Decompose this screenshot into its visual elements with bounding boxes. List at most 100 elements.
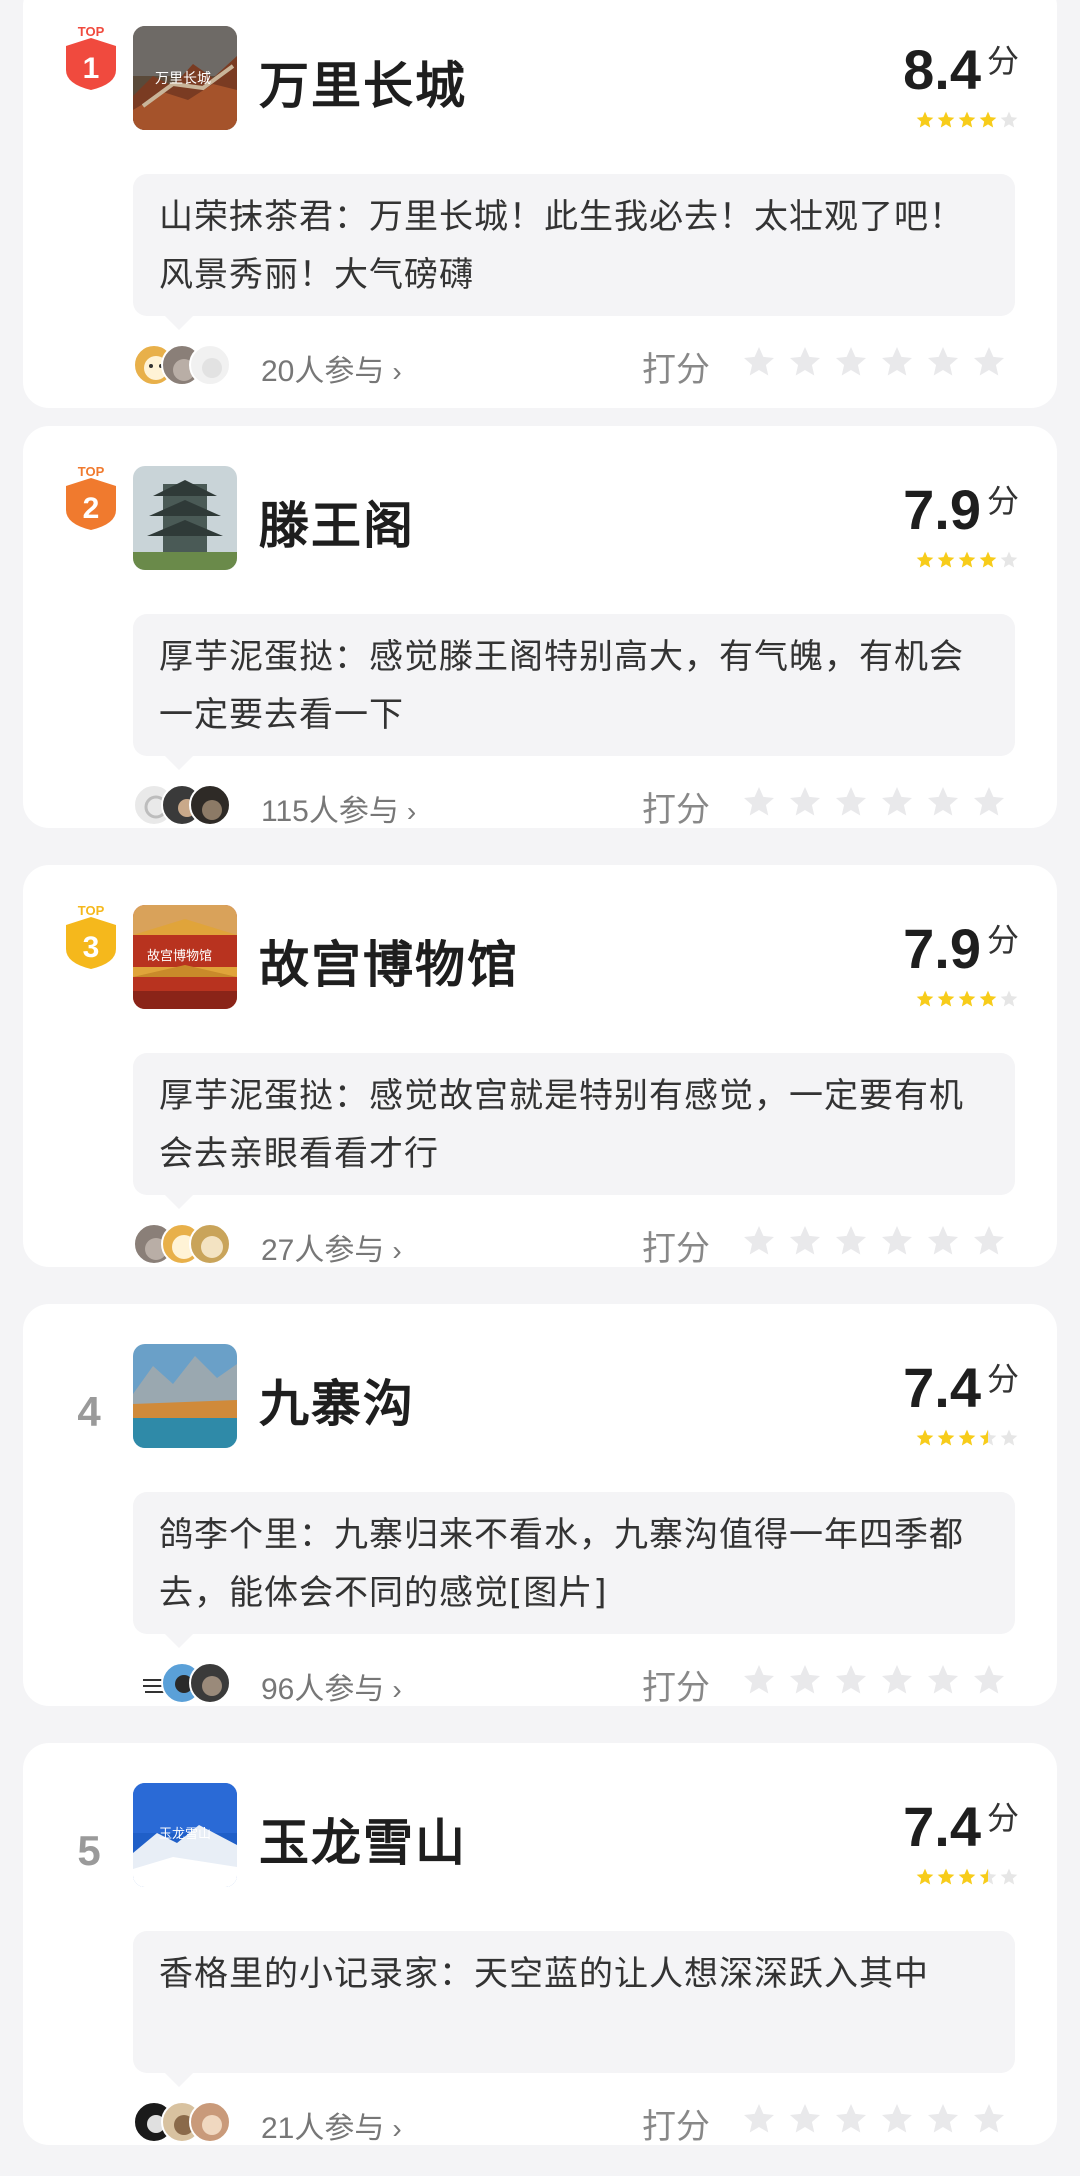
svg-text:TOP: TOP <box>78 24 105 39</box>
participants-link[interactable]: 20人参与 › <box>261 346 402 390</box>
score-block: 7.4 分 <box>859 1795 1019 1885</box>
star-filled-icon <box>979 551 997 568</box>
participants-count: 20人参与 <box>261 355 385 388</box>
yulong-snow-mountain-thumbnail[interactable]: 玉龙雪山 <box>133 1783 237 1887</box>
star-empty-icon <box>1000 551 1018 568</box>
participants-link[interactable]: 115人参与 › <box>261 786 416 830</box>
score-block: 7.9 分 <box>859 480 1019 568</box>
rate-star-icon[interactable] <box>971 1662 1007 1698</box>
participant-avatars[interactable] <box>133 1223 243 1267</box>
rate-star-icon[interactable] <box>833 784 869 820</box>
rate-star-icon[interactable] <box>971 344 1007 380</box>
rate-star-icon[interactable] <box>925 344 961 380</box>
top-comment[interactable]: 厚芋泥蛋挞：感觉滕王阁特别高大，有气魄，有机会一定要去看一下 <box>133 614 1015 756</box>
participant-avatars[interactable] <box>133 1662 243 1706</box>
star-filled-icon <box>979 990 997 1007</box>
ranking-card-1[interactable]: TOP 1 万里长城 万里长城 8.4 分 山荣抹茶君：万里长城！此生我必去！太… <box>23 0 1057 408</box>
top-comment[interactable]: 香格里的小记录家：天空蓝的让人想深深跃入其中 <box>133 1931 1015 2073</box>
rate-star-icon[interactable] <box>741 784 777 820</box>
top-comment[interactable]: 山荣抹茶君：万里长城！此生我必去！太壮观了吧！风景秀丽！大气磅礴 <box>133 174 1015 316</box>
participants-link[interactable]: 96人参与 › <box>261 1664 402 1708</box>
rate-star-icon[interactable] <box>833 2101 869 2137</box>
rate-star-icon[interactable] <box>787 784 823 820</box>
participants-link[interactable]: 21人参与 › <box>261 2103 402 2147</box>
rate-star-icon[interactable] <box>741 344 777 380</box>
score-unit: 分 <box>986 921 1019 959</box>
place-name[interactable]: 玉龙雪山 <box>259 1803 467 1875</box>
star-empty-icon <box>1000 1429 1018 1446</box>
star-filled-icon <box>916 111 934 128</box>
rate-star-icon[interactable] <box>879 784 915 820</box>
rate-star-icon[interactable] <box>833 344 869 380</box>
jiuzhaigou-thumbnail[interactable] <box>133 1344 237 1448</box>
great-wall-thumbnail[interactable]: 万里长城 <box>133 26 237 130</box>
rate-stars[interactable] <box>741 2101 1007 2137</box>
place-name[interactable]: 故宫博物馆 <box>259 925 519 997</box>
score-block: 7.4 分 <box>859 1358 1019 1446</box>
rate-star-icon[interactable] <box>741 1662 777 1698</box>
rate-stars[interactable] <box>741 1662 1007 1698</box>
comment-tail <box>163 314 195 330</box>
rate-stars[interactable] <box>741 344 1007 380</box>
star-filled-icon <box>916 990 934 1007</box>
rate-star-icon[interactable] <box>879 1223 915 1259</box>
participant-avatars[interactable] <box>133 2101 243 2145</box>
score-value: 7.4 <box>903 1795 981 1858</box>
avatar <box>189 1223 231 1265</box>
rate-star-icon[interactable] <box>879 344 915 380</box>
participant-avatars[interactable] <box>133 344 243 388</box>
rate-star-icon[interactable] <box>787 1662 823 1698</box>
place-name[interactable]: 九寨沟 <box>259 1364 415 1436</box>
participant-avatars[interactable] <box>133 784 243 828</box>
score-stars <box>915 1867 1019 1887</box>
place-name[interactable]: 滕王阁 <box>259 486 415 558</box>
svg-text:1: 1 <box>83 52 100 85</box>
place-name[interactable]: 万里长城 <box>259 46 467 118</box>
avatar <box>189 2101 231 2143</box>
rate-stars[interactable] <box>741 784 1007 820</box>
rate-label: 打分 <box>642 1229 710 1269</box>
rate-star-icon[interactable] <box>971 1223 1007 1259</box>
ranking-card-5[interactable]: 5 玉龙雪山 玉龙雪山 7.4分 香格里的小记录家：天空蓝的让人想深深跃入其中 <box>23 1743 1057 2147</box>
rate-star-icon[interactable] <box>741 1223 777 1259</box>
rate-star-icon[interactable] <box>787 1223 823 1259</box>
ranking-card-2[interactable]: TOP 2 滕王阁 7.9 分 厚芋泥蛋挞：感觉滕王阁特别高大，有气魄，有机会一… <box>23 426 1057 830</box>
rate-star-icon[interactable] <box>833 1223 869 1259</box>
rate-star-icon[interactable] <box>971 2101 1007 2137</box>
forbidden-city-thumbnail[interactable]: 故宫博物馆 <box>133 905 237 1009</box>
rate-star-icon[interactable] <box>879 1662 915 1698</box>
rate-star-icon[interactable] <box>787 2101 823 2137</box>
star-filled-icon <box>916 1868 934 1885</box>
avatar <box>189 344 231 386</box>
rate-star-icon[interactable] <box>787 344 823 380</box>
participants-count: 21人参与 <box>261 2112 385 2145</box>
rate-stars[interactable] <box>741 1223 1007 1259</box>
ranking-card-3[interactable]: TOP 3 故宫博物馆 故宫博物馆 7.9 分 厚芋泥蛋挞：感觉故宫就是特别有感… <box>23 865 1057 1269</box>
rate-star-icon[interactable] <box>971 784 1007 820</box>
participants-count: 96人参与 <box>261 1673 385 1706</box>
avatar <box>189 1662 231 1704</box>
rate-star-icon[interactable] <box>925 1662 961 1698</box>
chevron-right-icon: › <box>392 2113 402 2144</box>
comment-tail <box>163 1193 195 1209</box>
star-filled-icon <box>958 990 976 1007</box>
rate-star-icon[interactable] <box>925 1223 961 1259</box>
score-unit: 分 <box>986 42 1019 80</box>
svg-text:TOP: TOP <box>78 903 105 918</box>
rate-star-icon[interactable] <box>925 2101 961 2137</box>
star-filled-icon <box>958 1429 976 1446</box>
tengwang-pavilion-thumbnail[interactable] <box>133 466 237 570</box>
ranking-card-4[interactable]: 4 九寨沟 7.4 分 鸽李个里：九寨归来不看水，九寨沟值得一年四季都去，能体会不… <box>23 1304 1057 1708</box>
star-filled-icon <box>937 1868 955 1885</box>
rate-label: 打分 <box>642 1668 710 1708</box>
top-comment[interactable]: 鸽李个里：九寨归来不看水，九寨沟值得一年四季都去，能体会不同的感觉[图片] <box>133 1492 1015 1634</box>
rate-star-icon[interactable] <box>925 784 961 820</box>
rate-label: 打分 <box>642 790 710 830</box>
top-comment[interactable]: 厚芋泥蛋挞：感觉故宫就是特别有感觉，一定要有机会去亲眼看看才行 <box>133 1053 1015 1195</box>
rate-star-icon[interactable] <box>741 2101 777 2137</box>
participants-link[interactable]: 27人参与 › <box>261 1225 402 1269</box>
score-value: 7.9 <box>903 917 981 980</box>
rate-star-icon[interactable] <box>879 2101 915 2137</box>
star-filled-icon <box>916 1429 934 1446</box>
rate-star-icon[interactable] <box>833 1662 869 1698</box>
